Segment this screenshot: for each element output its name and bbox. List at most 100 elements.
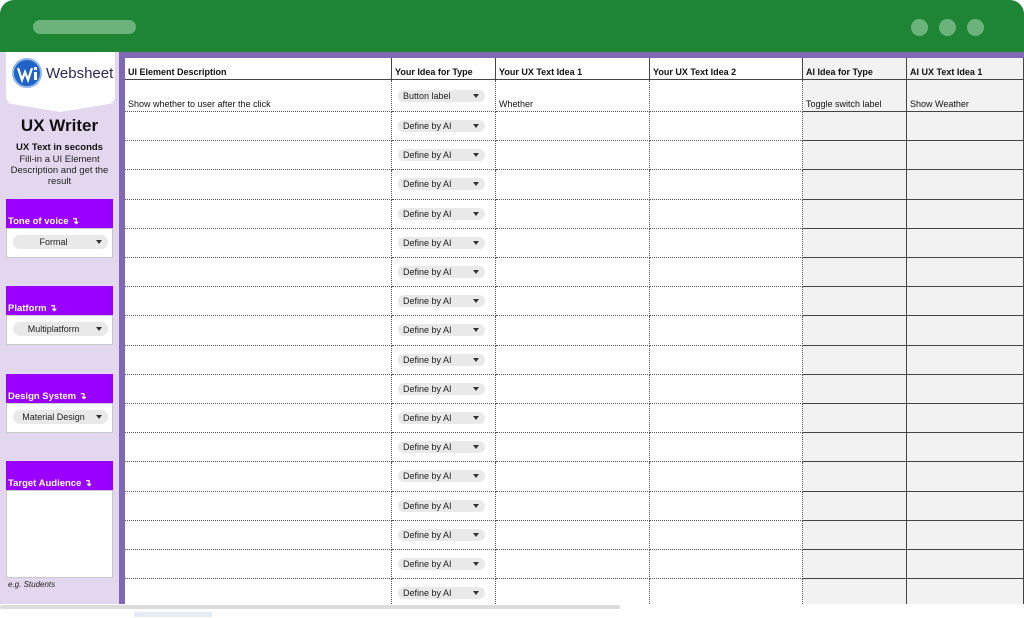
cell-ux-text-idea-1[interactable] xyxy=(496,404,650,434)
cell-ai-ux-text-idea-1[interactable] xyxy=(907,520,1024,550)
cell-ai-ux-text-idea-1[interactable] xyxy=(907,491,1024,521)
cell-ai-ux-text-idea-1[interactable] xyxy=(907,404,1024,434)
cell-idea-type[interactable]: Define by AI xyxy=(392,170,496,200)
cell-description[interactable] xyxy=(125,170,392,200)
cell-ux-text-idea-1[interactable] xyxy=(496,141,650,171)
cell-ai-ux-text-idea-1[interactable]: Show Weather xyxy=(907,80,1024,112)
cell-idea-type[interactable]: Define by AI xyxy=(392,520,496,550)
cell-ai-idea-type[interactable] xyxy=(803,345,907,375)
cell-ai-idea-type[interactable] xyxy=(803,170,907,200)
cell-description[interactable] xyxy=(125,404,392,434)
type-select[interactable]: Define by AI xyxy=(398,558,485,570)
cell-ai-ux-text-idea-1[interactable] xyxy=(907,141,1024,171)
cell-ux-text-idea-1[interactable] xyxy=(496,579,650,604)
cell-ux-text-idea-1[interactable] xyxy=(496,374,650,404)
window-control-dot[interactable] xyxy=(967,19,984,36)
cell-ai-idea-type[interactable] xyxy=(803,491,907,521)
cell-ai-idea-type[interactable] xyxy=(803,199,907,229)
cell-ux-text-idea-2[interactable] xyxy=(650,228,803,258)
cell-ai-idea-type[interactable]: Toggle switch label xyxy=(803,80,907,112)
type-select[interactable]: Define by AI xyxy=(398,324,485,337)
type-select[interactable]: Define by AI xyxy=(398,353,485,366)
cell-ux-text-idea-1[interactable] xyxy=(496,258,650,288)
cell-ux-text-idea-2[interactable] xyxy=(650,199,803,229)
cell-ai-ux-text-idea-1[interactable] xyxy=(907,462,1024,492)
cell-idea-type[interactable]: Define by AI xyxy=(392,579,496,604)
cell-ai-idea-type[interactable] xyxy=(803,579,907,604)
cell-ux-text-idea-2[interactable] xyxy=(650,579,803,604)
cell-ux-text-idea-1[interactable] xyxy=(496,433,650,463)
type-select[interactable]: Define by AI xyxy=(398,382,485,395)
cell-description[interactable] xyxy=(125,433,392,463)
cell-idea-type[interactable]: Define by AI xyxy=(392,374,496,404)
cell-description[interactable] xyxy=(125,316,392,346)
cell-ux-text-idea-1[interactable] xyxy=(496,345,650,375)
cell-ux-text-idea-1[interactable] xyxy=(496,287,650,317)
cell-idea-type[interactable]: Button label xyxy=(392,80,496,112)
cell-idea-type[interactable]: Define by AI xyxy=(392,433,496,463)
type-select[interactable]: Define by AI xyxy=(398,149,485,162)
cell-description[interactable] xyxy=(125,287,392,317)
cell-ux-text-idea-1[interactable] xyxy=(496,491,650,521)
cell-ai-ux-text-idea-1[interactable] xyxy=(907,199,1024,229)
cell-ux-text-idea-2[interactable] xyxy=(650,462,803,492)
address-bar[interactable] xyxy=(33,20,136,34)
cell-idea-type[interactable]: Define by AI xyxy=(392,404,496,434)
cell-ai-ux-text-idea-1[interactable] xyxy=(907,258,1024,288)
cell-idea-type[interactable]: Define by AI xyxy=(392,316,496,346)
type-select[interactable]: Define by AI xyxy=(398,207,485,220)
cell-ai-ux-text-idea-1[interactable] xyxy=(907,433,1024,463)
type-select[interactable]: Define by AI xyxy=(398,528,485,541)
cell-ux-text-idea-2[interactable] xyxy=(650,258,803,288)
target-audience-input[interactable] xyxy=(6,490,113,578)
type-select[interactable]: Button label xyxy=(398,90,485,102)
cell-ai-ux-text-idea-1[interactable] xyxy=(907,345,1024,375)
cell-ux-text-idea-2[interactable] xyxy=(650,520,803,550)
window-control-dot[interactable] xyxy=(939,19,956,36)
type-select[interactable]: Define by AI xyxy=(398,178,485,191)
cell-ai-ux-text-idea-1[interactable] xyxy=(907,316,1024,346)
cell-description[interactable] xyxy=(125,258,392,288)
cell-idea-type[interactable]: Define by AI xyxy=(392,228,496,258)
cell-ux-text-idea-2[interactable] xyxy=(650,80,803,112)
window-control-dot[interactable] xyxy=(911,19,928,36)
type-select[interactable]: Define by AI xyxy=(398,295,485,308)
cell-description[interactable] xyxy=(125,141,392,171)
cell-idea-type[interactable]: Define by AI xyxy=(392,550,496,580)
cell-ux-text-idea-2[interactable] xyxy=(650,316,803,346)
cell-idea-type[interactable]: Define by AI xyxy=(392,345,496,375)
cell-ux-text-idea-2[interactable] xyxy=(650,170,803,200)
cell-description[interactable] xyxy=(125,199,392,229)
horizontal-scrollbar[interactable] xyxy=(0,604,1024,618)
cell-ux-text-idea-2[interactable] xyxy=(650,550,803,580)
type-select[interactable]: Define by AI xyxy=(398,499,485,512)
tone-of-voice-select[interactable]: Formal xyxy=(13,235,108,249)
cell-ux-text-idea-1[interactable] xyxy=(496,170,650,200)
cell-ai-idea-type[interactable] xyxy=(803,112,907,142)
cell-ai-ux-text-idea-1[interactable] xyxy=(907,287,1024,317)
cell-ai-ux-text-idea-1[interactable] xyxy=(907,112,1024,142)
cell-ai-ux-text-idea-1[interactable] xyxy=(907,228,1024,258)
cell-ai-idea-type[interactable] xyxy=(803,374,907,404)
cell-description[interactable] xyxy=(125,550,392,580)
cell-ux-text-idea-2[interactable] xyxy=(650,374,803,404)
cell-ux-text-idea-2[interactable] xyxy=(650,287,803,317)
type-select[interactable]: Define by AI xyxy=(398,412,485,424)
cell-ux-text-idea-1[interactable] xyxy=(496,199,650,229)
cell-ai-idea-type[interactable] xyxy=(803,287,907,317)
type-select[interactable]: Define by AI xyxy=(398,470,485,483)
scrollbar-track[interactable] xyxy=(0,605,620,609)
cell-ux-text-idea-2[interactable] xyxy=(650,404,803,434)
cell-description[interactable] xyxy=(125,112,392,142)
cell-ux-text-idea-1[interactable] xyxy=(496,550,650,580)
cell-description[interactable] xyxy=(125,374,392,404)
cell-description[interactable] xyxy=(125,462,392,492)
cell-description[interactable] xyxy=(125,579,392,604)
design-system-select[interactable]: Material Design xyxy=(13,410,108,424)
cell-description[interactable] xyxy=(125,228,392,258)
cell-ux-text-idea-2[interactable] xyxy=(650,491,803,521)
cell-idea-type[interactable]: Define by AI xyxy=(392,199,496,229)
cell-ux-text-idea-1[interactable] xyxy=(496,520,650,550)
cell-ux-text-idea-1[interactable] xyxy=(496,462,650,492)
type-select[interactable]: Define by AI xyxy=(398,587,485,600)
